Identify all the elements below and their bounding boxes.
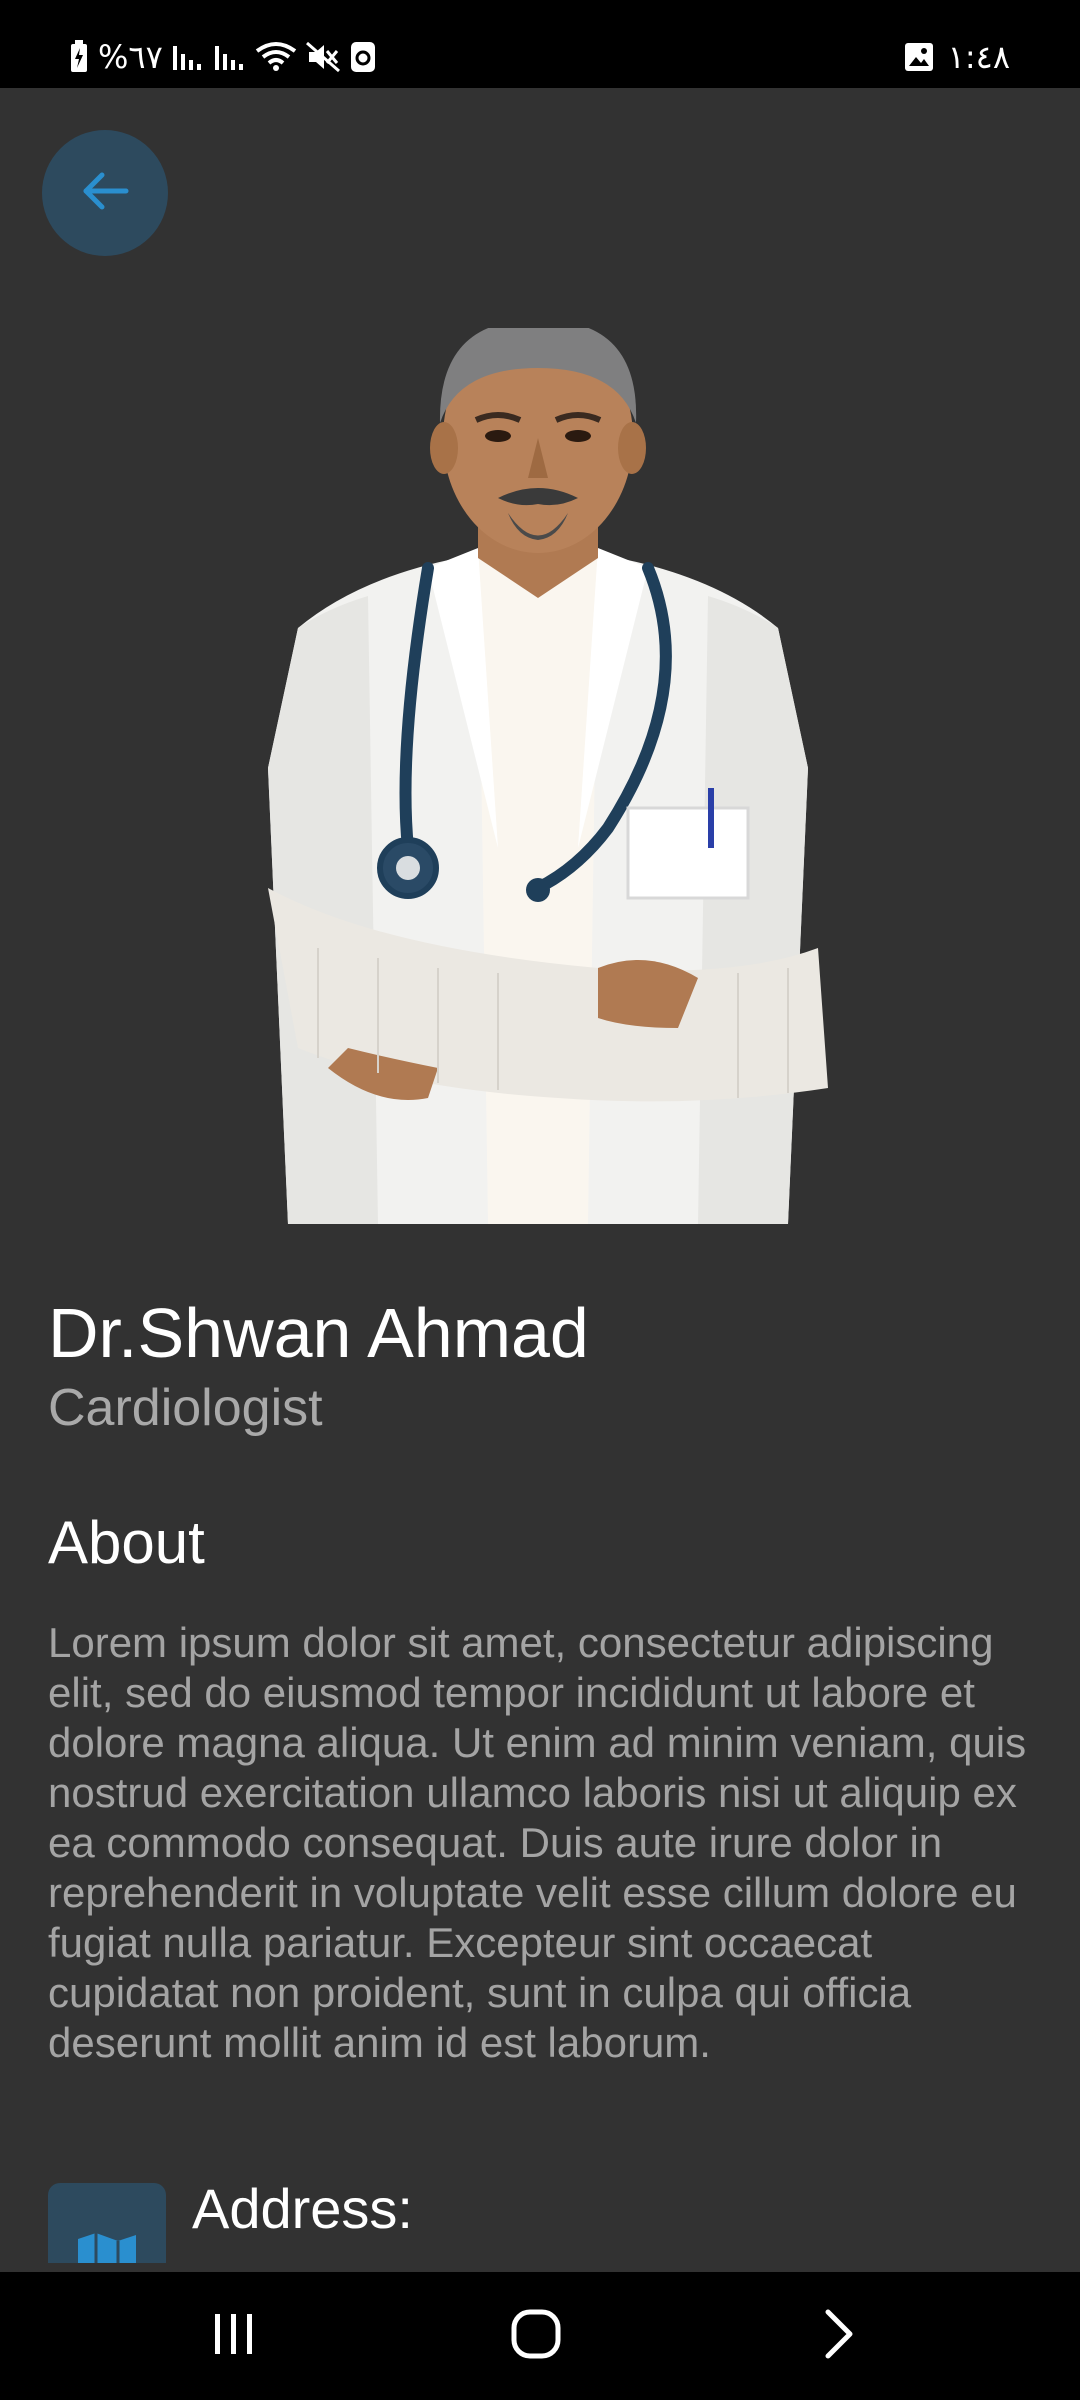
status-bar: %٦٧ ١:٤٨ — [0, 0, 1080, 88]
arrow-left-icon — [80, 171, 130, 216]
notification-icon — [349, 40, 377, 74]
doctor-detail-screen: Dr.Shwan Ahmad Cardiologist About Lorem … — [0, 88, 1080, 2272]
address-icon-container — [48, 2183, 166, 2263]
battery-percent: %٦٧ — [98, 38, 163, 76]
recents-icon — [209, 2311, 259, 2362]
map-icon — [48, 2233, 166, 2263]
back-button[interactable] — [42, 130, 168, 256]
home-button[interactable] — [466, 2272, 606, 2400]
address-label: Address: — [192, 2177, 413, 2240]
mute-icon — [305, 41, 341, 73]
about-heading: About — [48, 1509, 205, 1576]
image-icon — [904, 42, 934, 72]
doctor-photo — [178, 319, 898, 1224]
doctor-name: Dr.Shwan Ahmad — [48, 1294, 589, 1372]
signal-icon — [171, 42, 205, 72]
status-left: %٦٧ — [68, 38, 377, 76]
chevron-right-icon — [820, 2308, 856, 2365]
battery-icon — [68, 40, 90, 74]
doctor-specialty: Cardiologist — [48, 1379, 323, 1437]
status-right: ١:٤٨ — [904, 38, 1010, 76]
back-nav-button[interactable] — [768, 2272, 908, 2400]
recents-button[interactable] — [164, 2272, 304, 2400]
clock: ١:٤٨ — [947, 38, 1010, 76]
wifi-icon — [255, 41, 297, 73]
about-text: Lorem ipsum dolor sit amet, consectetur … — [48, 1619, 1027, 2066]
signal-icon — [213, 42, 247, 72]
navigation-bar — [0, 2272, 1080, 2400]
home-icon — [510, 2308, 562, 2365]
